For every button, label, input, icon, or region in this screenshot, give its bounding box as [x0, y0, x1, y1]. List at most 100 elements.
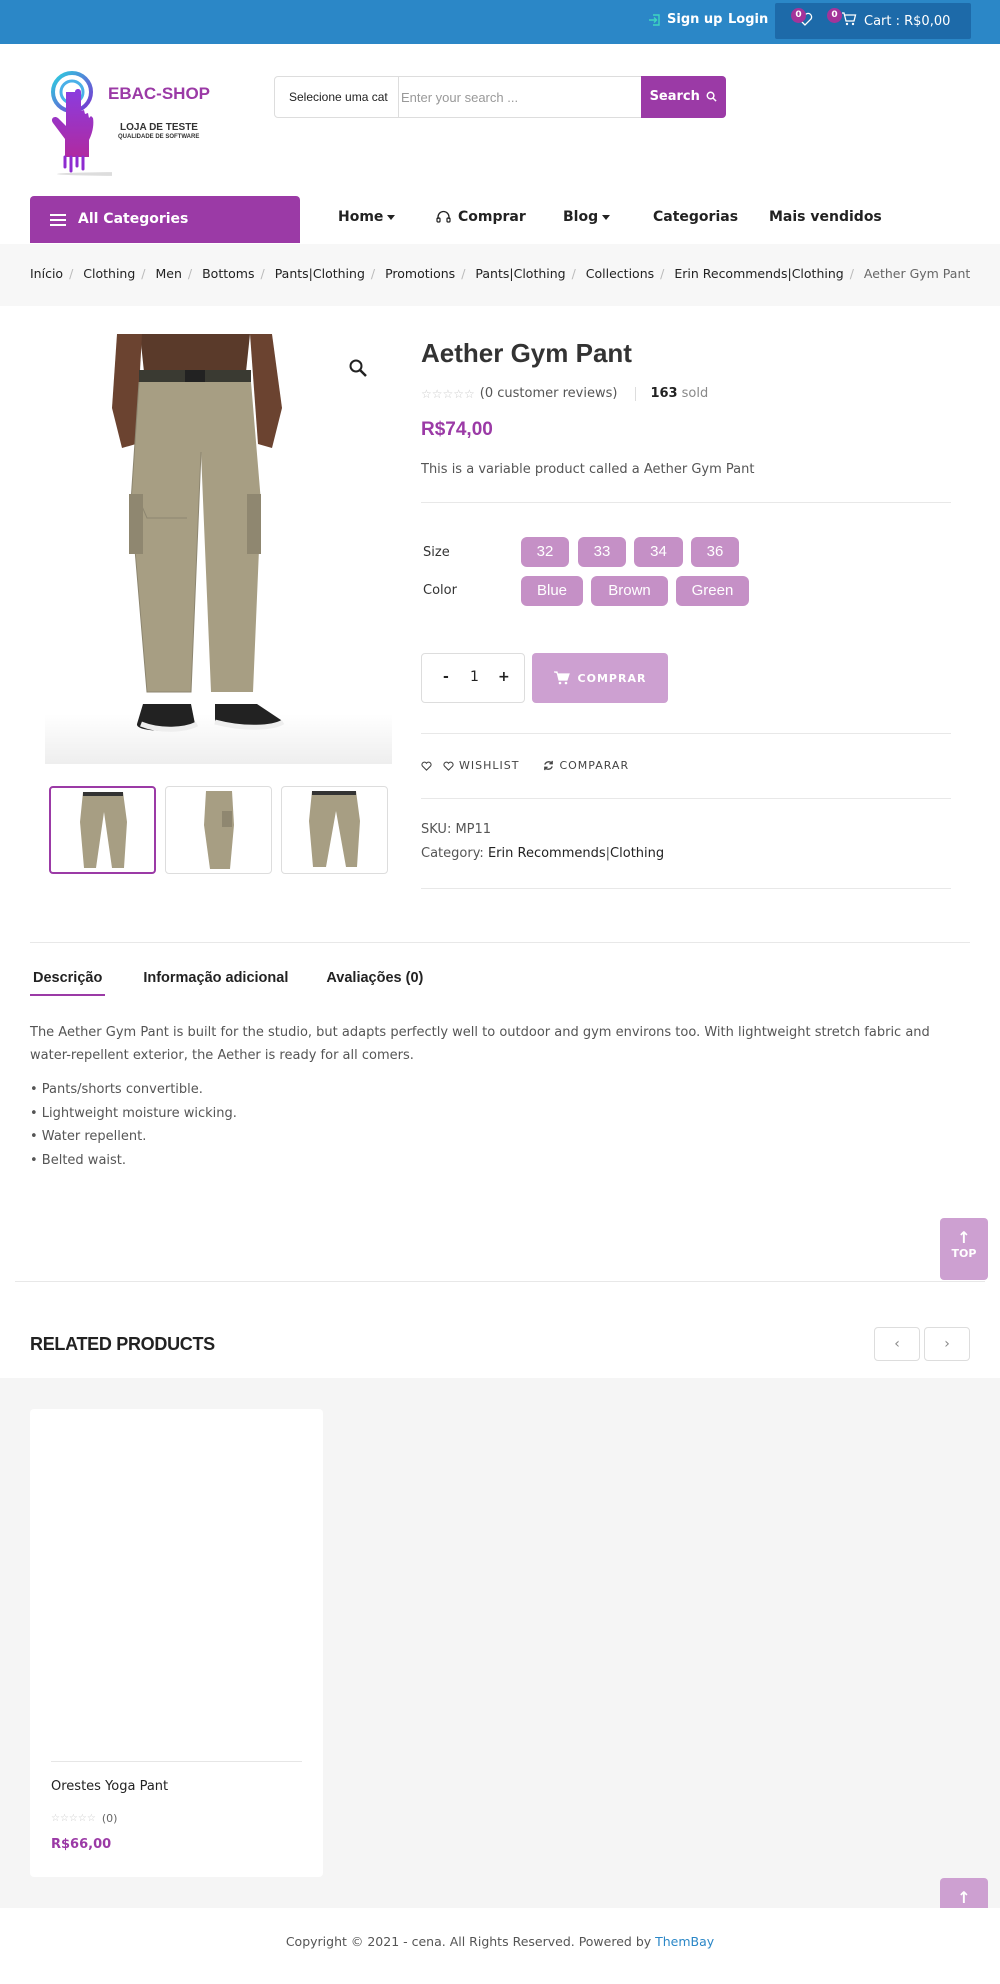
- caret-down-icon: [602, 214, 611, 220]
- category-select[interactable]: Selecione uma cat: [275, 77, 399, 117]
- nav-blog-label: Blog: [563, 209, 599, 225]
- breadcrumb-separator: /: [461, 266, 466, 281]
- add-to-cart-button[interactable]: COMPRAR: [532, 653, 668, 703]
- cart-total: Cart : R$0,00: [864, 14, 951, 29]
- cart-button[interactable]: 0: [827, 8, 857, 31]
- login-link[interactable]: Login: [728, 12, 768, 27]
- nav-mais-vendidos[interactable]: Mais vendidos: [769, 209, 882, 225]
- compare-button[interactable]: COMPARAR: [543, 759, 629, 772]
- signup-link[interactable]: Sign up: [648, 12, 722, 27]
- product-card-rating: ☆☆☆☆☆ (0): [51, 1812, 117, 1825]
- breadcrumb-item[interactable]: Pants|Clothing: [475, 266, 565, 281]
- nav-home-label: Home: [338, 209, 384, 225]
- color-option-blue[interactable]: Blue: [521, 576, 583, 606]
- qty-minus-button[interactable]: -: [443, 669, 449, 685]
- category-link[interactable]: Clothing: [610, 846, 664, 861]
- mini-cart[interactable]: 0 0 Cart : R$0,00: [775, 3, 971, 39]
- size-option-34[interactable]: 34: [634, 537, 683, 567]
- size-label: Size: [423, 545, 450, 560]
- breadcrumb-item[interactable]: Collections: [586, 266, 654, 281]
- carousel-next-button[interactable]: ›: [924, 1327, 970, 1361]
- arrow-up-icon: ↑: [957, 1888, 971, 1907]
- compare-label: COMPARAR: [559, 759, 630, 772]
- reviews-link[interactable]: (0 customer reviews): [480, 386, 618, 401]
- wishlist-button[interactable]: 0: [791, 8, 813, 31]
- product-thumbnail[interactable]: [281, 786, 388, 874]
- breadcrumb-item[interactable]: Erin Recommends|Clothing: [674, 266, 843, 281]
- breadcrumb-item[interactable]: Clothing: [83, 266, 135, 281]
- sold-label: sold: [681, 386, 709, 401]
- wishlist-button[interactable]: WISHLIST: [421, 759, 519, 772]
- rating-stars-icon: ☆☆☆☆☆: [421, 386, 475, 401]
- thumbnail-image: [309, 791, 360, 867]
- search-button[interactable]: Search: [641, 76, 726, 118]
- logo-tagline: LOJA DE TESTE: [120, 122, 198, 133]
- carousel-prev-button[interactable]: ‹: [874, 1327, 920, 1361]
- search-input[interactable]: [401, 78, 591, 116]
- all-categories-button[interactable]: All Categories: [30, 196, 300, 243]
- size-option-32[interactable]: 32: [521, 537, 569, 567]
- product-card-reviews: (0): [101, 1812, 118, 1825]
- refresh-icon: [544, 760, 554, 771]
- breadcrumb-separator: /: [660, 266, 665, 281]
- qty-input[interactable]: 1: [470, 669, 479, 685]
- breadcrumb-item[interactable]: Pants|Clothing: [275, 266, 365, 281]
- tab-informacao-adicional[interactable]: Informação adicional: [143, 970, 288, 996]
- breadcrumb-separator: /: [141, 266, 146, 281]
- breadcrumb-current: Aether Gym Pant: [863, 266, 971, 281]
- tab-avaliacoes[interactable]: Avaliações (0): [326, 970, 423, 996]
- product-thumbnail[interactable]: [165, 786, 272, 874]
- divider: [421, 888, 951, 889]
- logo-brand: EBAC-SHOP: [108, 84, 211, 103]
- search-icon: [706, 91, 718, 102]
- product-tabs: Descrição Informação adicional Avaliaçõe…: [30, 970, 423, 996]
- product-rating: ☆☆☆☆☆ (0 customer reviews) 163 sold: [421, 386, 708, 401]
- divider: [421, 798, 951, 799]
- sold-count: 163: [650, 386, 678, 401]
- add-to-cart-label: COMPRAR: [577, 671, 647, 685]
- tab-descricao[interactable]: Descrição: [30, 970, 106, 996]
- qty-plus-button[interactable]: +: [498, 669, 510, 685]
- chevron-left-icon: ‹: [894, 1336, 900, 1352]
- wishlist-label: WISHLIST: [459, 759, 520, 772]
- product-main-image[interactable]: [45, 334, 392, 764]
- description-bullets: • Pants/shorts convertible. • Lightweigh…: [30, 1078, 237, 1172]
- logo-hand-icon: [51, 71, 112, 176]
- breadcrumb-item[interactable]: Bottoms: [202, 266, 254, 281]
- breadcrumb-item[interactable]: Men: [156, 266, 182, 281]
- divider: [30, 942, 970, 943]
- nav-categorias[interactable]: Categorias: [653, 209, 738, 225]
- themebay-link[interactable]: ThemBay: [655, 1934, 714, 1949]
- heart-icon: [421, 761, 432, 771]
- cart-icon: [553, 671, 570, 685]
- product-card[interactable]: Orestes Yoga Pant ☆☆☆☆☆ (0) R$66,00: [30, 1409, 323, 1877]
- signup-icon: [649, 13, 660, 26]
- product-title: Aether Gym Pant: [421, 338, 632, 368]
- product-actions: WISHLIST COMPARAR: [421, 759, 629, 772]
- breadcrumb-item[interactable]: Início: [30, 266, 63, 281]
- color-option-brown[interactable]: Brown: [591, 576, 668, 606]
- back-to-top-button[interactable]: ↑ TOP: [940, 1218, 988, 1280]
- size-option-33[interactable]: 33: [578, 537, 626, 567]
- size-option-36[interactable]: 36: [691, 537, 739, 567]
- nav-comprar[interactable]: Comprar: [436, 209, 526, 225]
- zoom-icon[interactable]: [348, 358, 368, 378]
- breadcrumb-item[interactable]: Promotions: [385, 266, 455, 281]
- product-card-name[interactable]: Orestes Yoga Pant: [51, 1779, 168, 1794]
- logo-subtagline: QUALIDADE DE SOFTWARE: [118, 134, 200, 140]
- product-card-image[interactable]: [51, 1429, 302, 1749]
- related-products-heading: RELATED PRODUCTS: [30, 1334, 215, 1354]
- all-categories-label: All Categories: [78, 211, 189, 227]
- nav-blog[interactable]: Blog: [563, 209, 611, 225]
- nav-home[interactable]: Home: [338, 209, 396, 225]
- arrow-up-icon: ↑: [957, 1228, 971, 1247]
- product-thumbnail[interactable]: [49, 786, 156, 874]
- top-bar: Sign up Login 0 0 Cart : R$0,00: [0, 0, 1000, 44]
- breadcrumb-separator: /: [69, 266, 74, 281]
- category-link[interactable]: Erin Recommends: [488, 846, 606, 861]
- site-logo[interactable]: EBAC-SHOP LOJA DE TESTE QUALIDADE DE SOF…: [42, 70, 232, 180]
- search-bar: Selecione uma cat Search: [274, 76, 726, 118]
- copyright-text: Copyright © 2021 - cena. All Rights Rese…: [285, 1934, 656, 1949]
- color-option-green[interactable]: Green: [676, 576, 749, 606]
- rating-stars-icon: ☆☆☆☆☆: [51, 1813, 96, 1824]
